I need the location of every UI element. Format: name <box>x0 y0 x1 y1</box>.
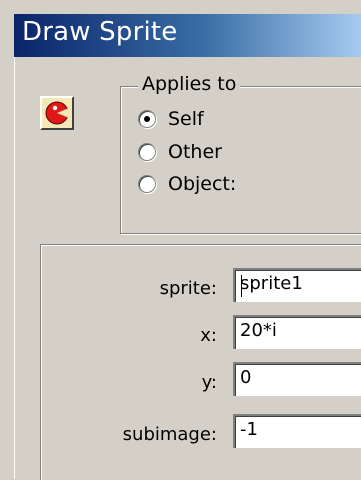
radio-button[interactable] <box>138 175 156 193</box>
radio-button[interactable] <box>138 110 156 128</box>
radio-button[interactable] <box>138 143 156 161</box>
y-value: 0 <box>240 367 252 388</box>
draw-sprite-icon <box>40 96 74 130</box>
radio-label-object: Object: <box>168 173 237 195</box>
radio-other[interactable]: Other <box>138 140 222 164</box>
title-bar: Draw Sprite <box>14 14 361 57</box>
subimage-label: subimage: <box>122 424 217 445</box>
radio-label-other: Other <box>168 141 222 163</box>
radio-label-self: Self <box>168 108 204 130</box>
applies-to-legend: Applies to <box>138 73 241 95</box>
window-title: Draw Sprite <box>22 17 178 47</box>
sprite-field[interactable]: sprite1 <box>233 268 361 302</box>
y-field[interactable]: 0 <box>233 362 361 396</box>
x-label: x: <box>200 325 217 346</box>
y-label: y: <box>201 372 217 393</box>
x-field[interactable]: 20*i <box>233 315 361 349</box>
subimage-field[interactable]: -1 <box>233 414 361 448</box>
subimage-value: -1 <box>240 419 258 440</box>
sprite-label: sprite: <box>159 278 217 299</box>
text-caret <box>241 275 242 297</box>
sprite-value: sprite1 <box>240 273 303 294</box>
radio-self[interactable]: Self <box>138 107 204 131</box>
radio-object[interactable]: Object: <box>138 172 236 196</box>
x-value: 20*i <box>240 320 277 341</box>
